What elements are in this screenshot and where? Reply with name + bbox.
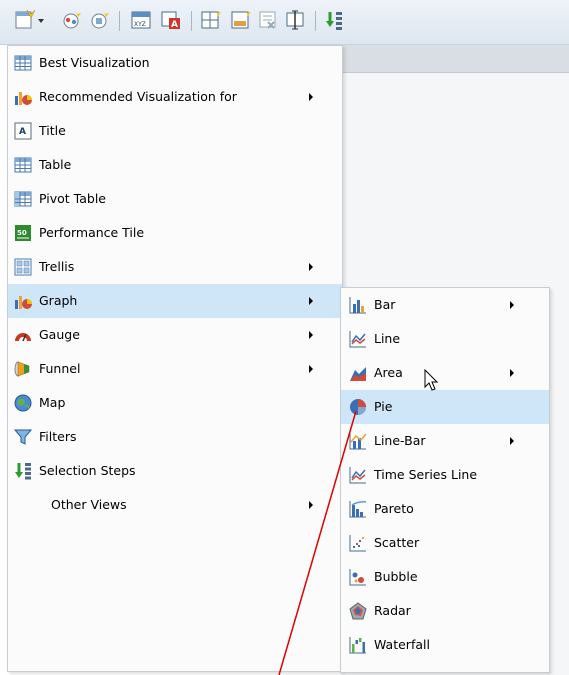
annotation-pointer-line (278, 410, 357, 675)
